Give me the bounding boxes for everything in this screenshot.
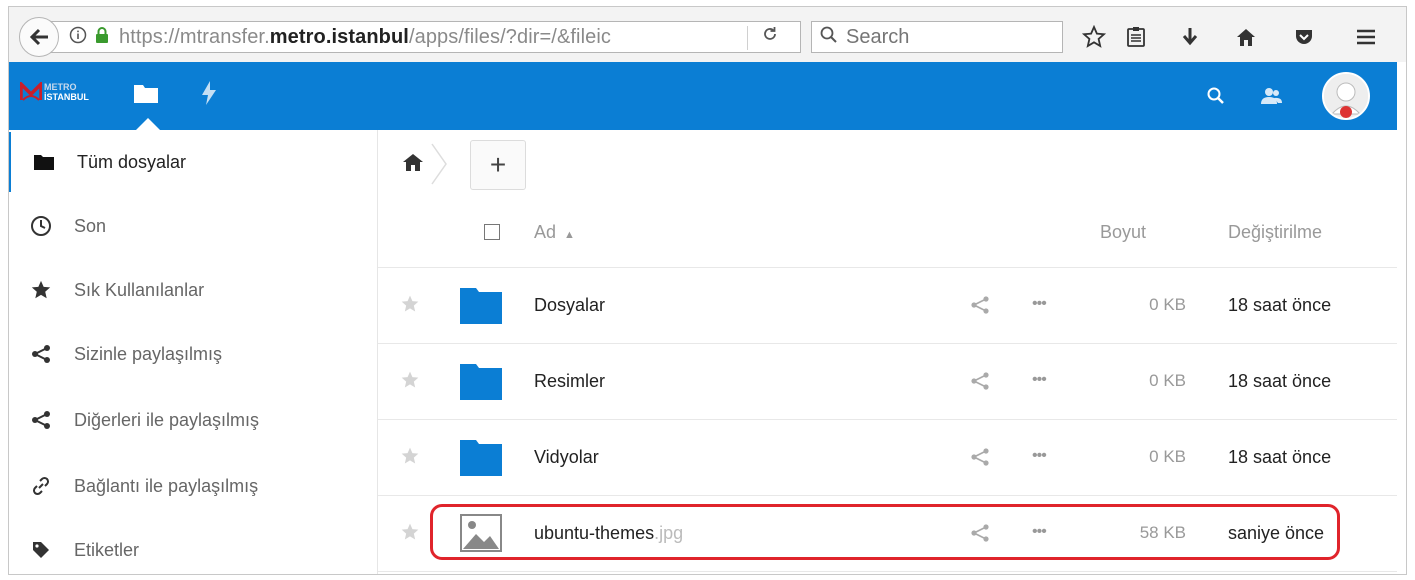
url-bar[interactable]: https://mtransfer.metro.istanbul/apps/fi… [45, 21, 801, 53]
file-modified: 18 saat önce [1228, 295, 1332, 315]
new-file-button[interactable]: + [470, 140, 526, 190]
select-all-checkbox[interactable] [484, 224, 500, 240]
image-file-icon [460, 514, 502, 552]
folder-icon [460, 364, 502, 400]
column-name-label: Ad [534, 222, 557, 242]
file-modified: 18 saat önce [1228, 447, 1332, 467]
link-icon [30, 475, 52, 497]
sidebar-navigation: Tüm dosyalar Son Sık Kullanılanlar Sizin… [8, 130, 378, 575]
favorite-star-icon[interactable] [400, 522, 420, 547]
sidebar-item-label: Bağlantı ile paylaşılmış [74, 475, 259, 496]
sidebar-item-label: Son [74, 215, 107, 236]
column-size-header[interactable]: Boyut [1100, 222, 1146, 243]
sidebar-item-all-files[interactable]: Tüm dosyalar [8, 132, 378, 192]
file-size: 0 KB [1149, 295, 1186, 314]
file-name[interactable]: Vidyolar [534, 447, 599, 468]
clock-icon [30, 215, 52, 237]
file-name[interactable]: ubuntu-themes.jpg [534, 523, 683, 544]
breadcrumb-home-icon[interactable] [402, 152, 424, 177]
search-icon [1207, 87, 1224, 104]
browser-search-bar[interactable] [811, 21, 1063, 53]
sidebar-item-label: Diğerleri ile paylaşılmış [74, 409, 260, 430]
app-header: METRO İSTANBUL [8, 62, 1397, 130]
share-icon [30, 409, 52, 431]
more-actions-icon[interactable]: ••• [1032, 295, 1047, 313]
share-icon[interactable] [970, 295, 990, 320]
more-actions-icon[interactable]: ••• [1032, 447, 1047, 465]
lightning-icon [202, 81, 216, 105]
share-icon[interactable] [970, 523, 990, 548]
files-app-button[interactable] [133, 82, 159, 109]
contacts-icon [1261, 88, 1282, 104]
logo-line1: METRO [44, 82, 77, 92]
share-icon[interactable] [970, 371, 990, 396]
home-icon[interactable] [1231, 22, 1261, 52]
file-size: 58 KB [1139, 523, 1186, 542]
file-modified: 18 saat önce [1228, 371, 1332, 391]
browser-search-input[interactable] [846, 25, 1046, 49]
back-button[interactable] [19, 17, 59, 57]
star-icon [30, 279, 52, 301]
sidebar-item-shared-with-you[interactable]: Sizinle paylaşılmış [8, 324, 378, 384]
files-main-content: + Ad ▲ Boyut Değiştirilme Dosyalar ••• 0 … [378, 130, 1397, 575]
favorite-star-icon[interactable] [400, 294, 420, 319]
file-modified: saniye önce [1228, 523, 1325, 543]
menu-hamburger-icon[interactable] [1351, 22, 1381, 52]
sidebar-item-label: Tüm dosyalar [77, 151, 187, 172]
folder-icon [460, 440, 502, 476]
info-icon[interactable] [69, 26, 87, 49]
favorite-star-icon[interactable] [400, 370, 420, 395]
table-row[interactable]: ubuntu-themes.jpg ••• 58 KB saniye önce [378, 496, 1397, 572]
sidebar-item-shared-by-link[interactable]: Bağlantı ile paylaşılmış [8, 456, 378, 516]
pocket-icon[interactable] [1289, 22, 1319, 52]
more-actions-icon[interactable]: ••• [1032, 523, 1047, 541]
sidebar-item-label: Sık Kullanılanlar [74, 279, 205, 300]
sidebar-item-label: Sizinle paylaşılmış [74, 343, 223, 364]
user-avatar[interactable] [1322, 72, 1370, 120]
table-row[interactable]: Vidyolar ••• 0 KB 18 saat önce [378, 420, 1397, 496]
metro-logo-icon [20, 82, 42, 101]
url-text[interactable]: https://mtransfer.metro.istanbul/apps/fi… [119, 26, 611, 49]
breadcrumb-separator [431, 143, 447, 185]
sidebar-item-recent[interactable]: Son [8, 196, 378, 256]
metro-istanbul-logo[interactable]: METRO İSTANBUL [20, 82, 89, 102]
column-modified-header[interactable]: Değiştirilme [1228, 222, 1322, 243]
table-row[interactable]: Resimler ••• 0 KB 18 saat önce [378, 344, 1397, 420]
file-size: 0 KB [1149, 371, 1186, 390]
folder-icon [134, 85, 158, 103]
header-search-button[interactable] [1206, 86, 1226, 111]
sidebar-item-shared-with-others[interactable]: Diğerleri ile paylaşılmış [8, 390, 378, 450]
sidebar-item-label: Etiketler [74, 539, 140, 560]
file-list-header: Ad ▲ Boyut Değiştirilme [378, 214, 1397, 268]
active-app-caret [136, 118, 160, 130]
search-icon [820, 26, 838, 49]
file-size: 0 KB [1149, 447, 1186, 466]
bookmark-star-icon[interactable] [1079, 22, 1109, 52]
reading-list-icon[interactable] [1121, 22, 1151, 52]
contacts-menu-button[interactable] [1260, 86, 1284, 111]
browser-toolbar: https://mtransfer.metro.istanbul/apps/fi… [8, 6, 1407, 62]
more-actions-icon[interactable]: ••• [1032, 371, 1047, 389]
favorite-star-icon[interactable] [400, 446, 420, 471]
lock-icon [95, 26, 109, 48]
sidebar-item-favorites[interactable]: Sık Kullanılanlar [8, 260, 378, 320]
folder-icon [460, 288, 502, 324]
tag-icon [30, 539, 52, 561]
reload-icon[interactable] [761, 25, 779, 49]
sidebar-item-tags[interactable]: Etiketler [8, 520, 378, 580]
table-row[interactable]: Dosyalar ••• 0 KB 18 saat önce [378, 268, 1397, 344]
file-name[interactable]: Resimler [534, 371, 605, 392]
activity-app-button[interactable] [200, 80, 218, 111]
folder-icon [33, 151, 55, 173]
column-name-header[interactable]: Ad ▲ [534, 222, 575, 243]
sort-ascending-icon: ▲ [564, 229, 575, 241]
download-icon[interactable] [1175, 22, 1205, 52]
logo-line2: İSTANBUL [44, 92, 89, 102]
share-icon [30, 343, 52, 365]
share-icon[interactable] [970, 447, 990, 472]
file-name[interactable]: Dosyalar [534, 295, 605, 316]
